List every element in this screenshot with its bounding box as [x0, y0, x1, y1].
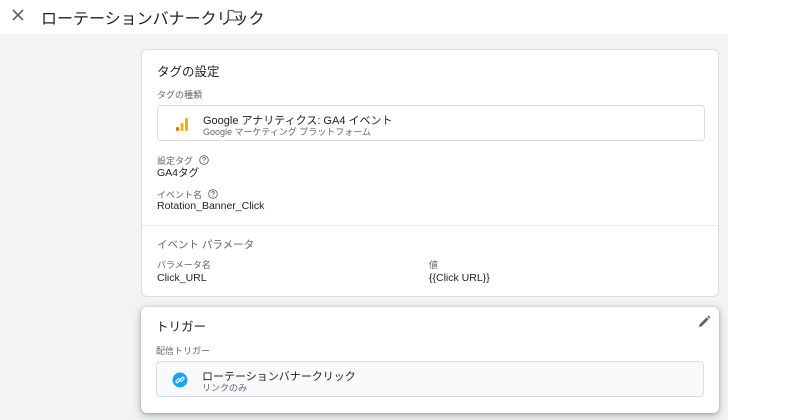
divider — [142, 225, 720, 226]
trigger-title: トリガー — [156, 320, 207, 334]
param-value-cell: {{Click URL}} — [429, 272, 490, 284]
help-icon[interactable] — [198, 155, 209, 165]
tag-type-label: タグの種類 — [157, 90, 203, 100]
pencil-icon[interactable] — [697, 315, 711, 329]
link-trigger-icon — [172, 372, 188, 388]
trigger-item[interactable]: ローテーションバナークリック リンクのみ — [156, 361, 704, 397]
folder-icon[interactable] — [227, 7, 243, 23]
event-name-label: イベント名 — [157, 190, 203, 200]
close-icon[interactable] — [10, 7, 26, 23]
param-name-cell: Click_URL — [157, 272, 207, 284]
param-value-header: 値 — [429, 260, 439, 270]
tag-type-sub: Google マーケティング プラットフォーム — [203, 127, 372, 137]
config-tag-value: GA4タグ — [157, 167, 200, 179]
help-icon[interactable] — [207, 189, 218, 199]
event-name-value: Rotation_Banner_Click — [157, 200, 265, 212]
tag-config-title: タグの設定 — [157, 65, 220, 79]
trigger-sub: リンクのみ — [202, 383, 248, 393]
param-name-header: パラメータ名 — [157, 260, 211, 270]
tag-type-selector[interactable]: Google アナリティクス: GA4 イベント Google マーケティング … — [157, 105, 705, 141]
tag-config-card[interactable]: タグの設定 タグの種類 Google アナリティクス: GA4 イベント Goo… — [141, 49, 720, 297]
trigger-card[interactable]: トリガー 配信トリガー ローテーションバナークリック リンクのみ — [141, 307, 719, 413]
google-analytics-icon — [176, 118, 188, 131]
event-params-title: イベント パラメータ — [157, 239, 255, 251]
firing-trigger-label: 配信トリガー — [156, 346, 211, 356]
top-bar: ローテーションバナークリック — [0, 0, 810, 34]
